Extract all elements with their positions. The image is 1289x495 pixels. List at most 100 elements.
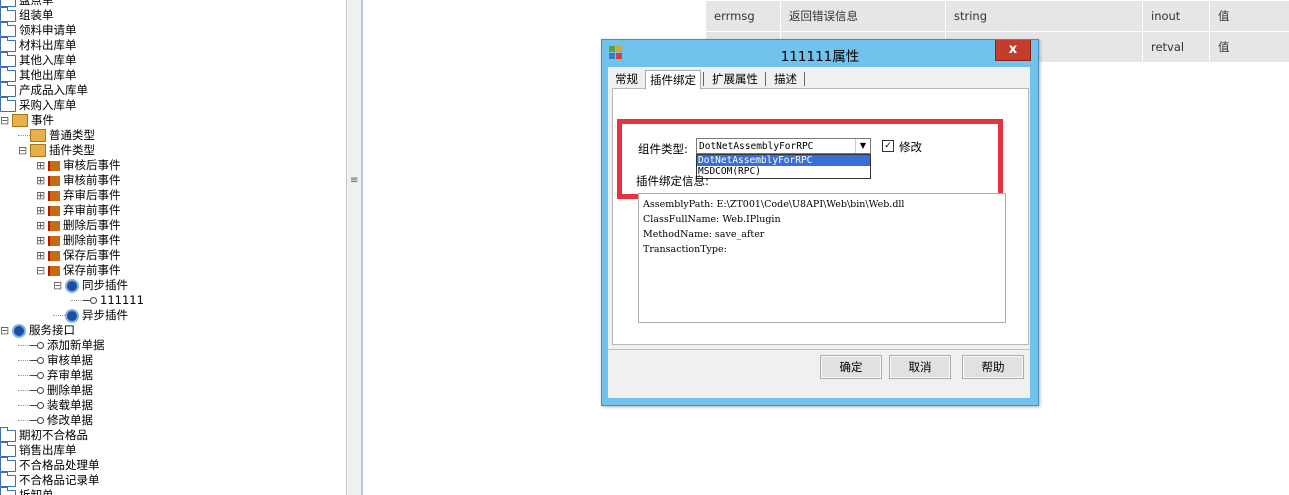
pane-splitter[interactable]: ≡ <box>346 0 362 495</box>
tab-extended-properties[interactable]: 扩展属性 <box>707 69 763 89</box>
tree-item-label: 删除单据 <box>47 383 93 397</box>
binding-info-line: AssemblyPath: E:\ZT001\Code\U8API\Web\bi… <box>643 199 905 210</box>
component-type-dropdown: DotNetAssemblyForRPC MSDCOM(RPC) <box>696 154 871 179</box>
tree-item[interactable]: 盘点单 <box>0 0 54 8</box>
dialog-titlebar[interactable]: 111111属性 x <box>602 40 1038 67</box>
tree-item-label: 服务接口 <box>29 323 75 337</box>
tree-item[interactable]: ⊞ 删除前事件 <box>36 233 121 248</box>
tree-item[interactable]: 组装单 <box>0 6 54 23</box>
grid-cell[interactable]: 返回错误信息 <box>780 0 946 32</box>
tree-item[interactable]: 修改单据 <box>18 413 93 428</box>
collapse-icon[interactable]: ⊟ <box>53 278 63 293</box>
expand-icon[interactable]: ⊞ <box>36 248 46 263</box>
tree-item[interactable]: 其他出库单 <box>0 66 77 83</box>
close-button[interactable]: x <box>995 40 1031 61</box>
tree-item[interactable]: 添加新单据 <box>18 338 105 353</box>
plugin-icon <box>30 371 44 380</box>
event-folder-icon <box>12 114 28 127</box>
folder-icon <box>0 66 16 82</box>
tree-item[interactable]: ⊟ 同步插件 <box>53 278 128 293</box>
tree-item[interactable]: 弃审单据 <box>18 368 93 383</box>
tree-item-label: 保存前事件 <box>63 263 121 277</box>
tree-item[interactable]: 采购入库单 <box>0 96 77 113</box>
tree-item-label: 保存后事件 <box>63 248 121 262</box>
tree-item[interactable]: ⊞ 弃审后事件 <box>36 188 121 203</box>
chevron-down-icon[interactable]: ▼ <box>855 139 870 153</box>
tree-item-label: 异步插件 <box>82 308 128 322</box>
grid-cell[interactable]: retval <box>1142 31 1210 63</box>
expand-icon[interactable]: ⊞ <box>36 203 46 218</box>
tree-item[interactable]: ⊟ 服务接口 <box>0 323 75 338</box>
tree-item[interactable]: 拆卸单 <box>0 486 54 495</box>
tree-item-label: 领料申请单 <box>19 23 77 37</box>
grid-cell[interactable]: inout <box>1142 0 1210 32</box>
tree-item[interactable]: ⊞ 审核前事件 <box>36 173 121 188</box>
tree-item[interactable]: ⊟ 事件 <box>0 113 54 128</box>
tree-item[interactable]: ⊞ 审核后事件 <box>36 158 121 173</box>
tree-item-label: 弃审前事件 <box>63 203 121 217</box>
binding-info-line: TransactionType: <box>643 244 727 255</box>
folder-icon <box>0 441 16 457</box>
tree-item[interactable]: 领料申请单 <box>0 21 77 38</box>
collapse-icon[interactable]: ⊟ <box>0 323 10 338</box>
tree-item[interactable]: 销售出库单 <box>0 441 77 458</box>
tab-divider <box>765 72 766 86</box>
grid-cell[interactable]: 值 <box>1209 31 1289 63</box>
component-type-select[interactable]: DotNetAssemblyForRPC ▼ <box>696 138 871 154</box>
event-icon <box>48 235 60 246</box>
tree-item[interactable]: 不合格品记录单 <box>0 471 100 488</box>
collapse-icon[interactable]: ⊟ <box>36 263 46 278</box>
binding-info-textarea[interactable]: AssemblyPath: E:\ZT001\Code\U8API\Web\bi… <box>638 193 1006 323</box>
tree-item-label: 删除后事件 <box>63 218 121 232</box>
tree-item[interactable]: 期初不合格品 <box>0 426 88 443</box>
cancel-button[interactable]: 取消 <box>889 355 951 379</box>
tree-item[interactable]: ⊞ 弃审前事件 <box>36 203 121 218</box>
expand-icon[interactable]: ⊞ <box>36 233 46 248</box>
grid-cell[interactable]: string <box>945 0 1143 32</box>
event-icon <box>48 250 60 261</box>
expand-icon[interactable]: ⊞ <box>36 158 46 173</box>
component-type-label: 组件类型: <box>638 142 688 156</box>
grid-cell[interactable]: errmsg <box>705 0 781 32</box>
tree-item-label: 弃审单据 <box>47 368 93 382</box>
collapse-icon[interactable]: ⊟ <box>0 113 10 128</box>
tree-item[interactable]: 异步插件 <box>53 308 128 323</box>
tree-item-label: 添加新单据 <box>47 338 105 352</box>
tree-item[interactable]: ⊟ 插件类型 <box>18 143 95 158</box>
tree-item[interactable]: 材料出库单 <box>0 36 77 53</box>
tree-item[interactable]: ⊞ 删除后事件 <box>36 218 121 233</box>
tree-item-label: 插件类型 <box>49 143 95 157</box>
ok-button[interactable]: 确定 <box>820 355 882 379</box>
object-tree[interactable]: 盘点单 组装单 领料申请单 材料出库单 其他入库单 其他出库单 产成品入库单 采购入库单 ⊟ 事件… <box>0 0 346 495</box>
tab-general[interactable]: 常规 <box>610 69 643 89</box>
tree-item[interactable]: ⊟ 保存前事件 <box>36 263 121 278</box>
table-row[interactable]: errmsg 返回错误信息 string inout 值 <box>705 0 1289 32</box>
splitter-grip-icon[interactable]: ≡ <box>350 175 358 186</box>
tree-item[interactable]: 普通类型 <box>18 128 95 143</box>
tree-item[interactable]: 删除单据 <box>18 383 93 398</box>
event-folder-icon <box>30 129 46 142</box>
tree-item[interactable]: 不合格品处理单 <box>0 456 100 473</box>
collapse-icon[interactable]: ⊟ <box>18 143 28 158</box>
tree-item[interactable]: 审核单据 <box>18 353 93 368</box>
tab-plugin-binding[interactable]: 插件绑定 <box>645 70 701 90</box>
help-button[interactable]: 帮助 <box>962 355 1024 379</box>
expand-icon[interactable]: ⊞ <box>36 188 46 203</box>
grid-cell[interactable]: 值 <box>1209 0 1289 32</box>
expand-icon[interactable]: ⊞ <box>36 218 46 233</box>
tree-item[interactable]: 产成品入库单 <box>0 81 88 98</box>
tree-connector <box>18 135 30 136</box>
tree-connector <box>71 300 83 301</box>
expand-icon[interactable]: ⊞ <box>36 173 46 188</box>
event-folder-icon <box>30 144 46 157</box>
dropdown-option[interactable]: MSDCOM(RPC) <box>697 166 870 177</box>
tree-item[interactable]: 111111 <box>71 293 144 308</box>
tree-item[interactable]: ⊞ 保存后事件 <box>36 248 121 263</box>
modify-checkbox[interactable]: ✓ <box>882 140 894 152</box>
tab-description[interactable]: 描述 <box>769 69 802 89</box>
tree-item[interactable]: 其他入库单 <box>0 51 77 68</box>
dropdown-option[interactable]: DotNetAssemblyForRPC <box>697 155 870 166</box>
plugin-binding-page: 组件类型: DotNetAssemblyForRPC ▼ DotNetAssem… <box>612 88 1029 345</box>
tree-item[interactable]: 装载单据 <box>18 398 93 413</box>
plugin-icon <box>30 401 44 410</box>
